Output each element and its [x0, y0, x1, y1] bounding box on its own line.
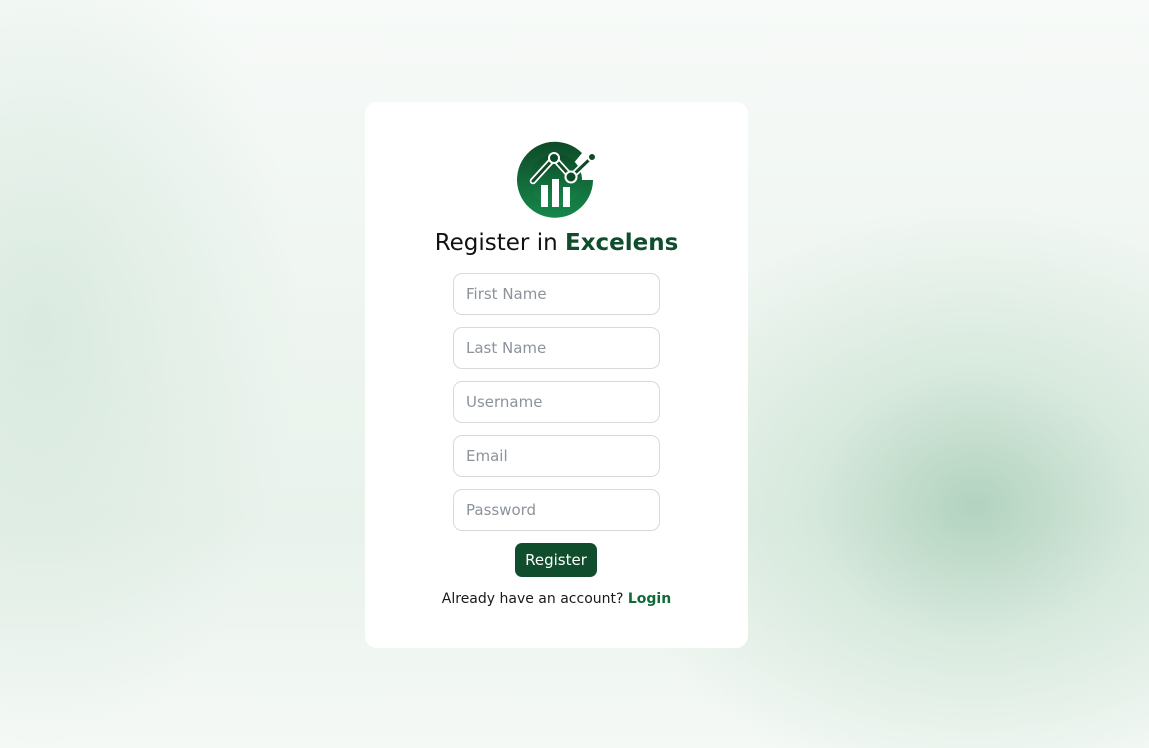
email-field[interactable] — [453, 435, 660, 477]
page-title: Register in Excelens — [365, 230, 748, 256]
login-prompt-text: Already have an account? — [441, 591, 628, 607]
last-name-field[interactable] — [453, 327, 660, 369]
register-card: Register in Excelens Register Already ha… — [365, 102, 748, 648]
first-name-field[interactable] — [453, 273, 660, 315]
title-prefix: Register in — [434, 230, 565, 256]
login-link[interactable]: Login — [628, 591, 671, 607]
password-field[interactable] — [453, 489, 660, 531]
username-field[interactable] — [453, 381, 660, 423]
register-button[interactable]: Register — [515, 543, 597, 577]
brand-name: Excelens — [564, 230, 679, 256]
login-prompt: Already have an account? Login — [365, 591, 748, 607]
growth-chart-logo-icon — [517, 141, 595, 218]
